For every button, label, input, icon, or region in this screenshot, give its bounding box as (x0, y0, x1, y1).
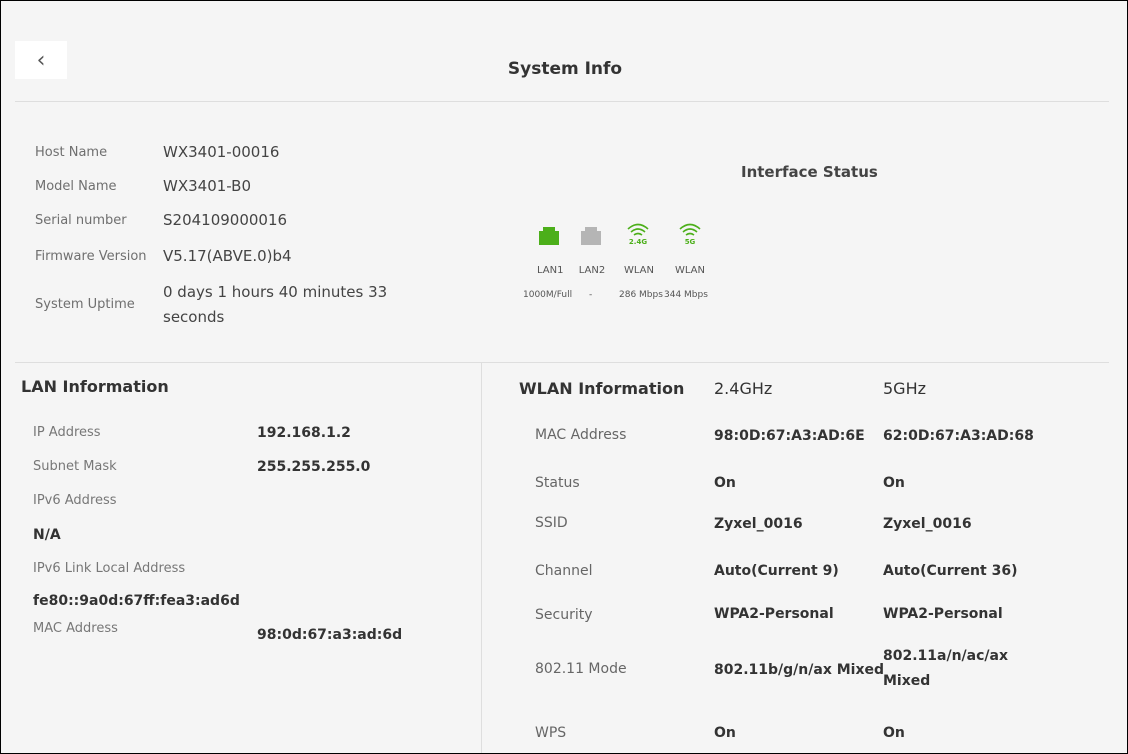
host-name-label: Host Name (35, 145, 108, 160)
wlan-24-ssid-value: Zyxel_0016 (714, 516, 803, 532)
system-uptime-value-line1: 0 days 1 hours 40 minutes 33 (163, 283, 388, 301)
wlan-5-security-value: WPA2-Personal (883, 606, 1003, 622)
lan2-port (579, 225, 603, 251)
wlan-5-wps-value: On (883, 725, 905, 741)
wlan-channel-label: Channel (535, 563, 593, 579)
lan1-label: LAN1 (537, 265, 564, 276)
wlan-5-mac-value: 62:0D:67:A3:AD:68 (883, 428, 1034, 444)
wlan-24-mac-value: 98:0D:67:A3:AD:6E (714, 428, 865, 444)
wlan-5g-speed: 344 Mbps (664, 290, 708, 300)
wlan-5g-label: WLAN (674, 265, 705, 276)
wlan-information-title: WLAN Information (519, 379, 685, 398)
wlan-security-label: Security (535, 607, 593, 623)
ethernet-port-icon (539, 227, 559, 245)
interface-status-title: Interface Status (741, 163, 878, 181)
wlan-5-ssid-value: Zyxel_0016 (883, 516, 972, 532)
lan-ip-value: 192.168.1.2 (257, 425, 351, 441)
lan1-port (537, 225, 561, 251)
wlan-5g-port: 5G (677, 221, 703, 253)
lan-ip-label: IP Address (33, 425, 101, 440)
section-divider (15, 362, 1109, 363)
wlan-5ghz-header: 5GHz (883, 379, 927, 398)
wlan-5-mode-value-line2: Mixed (883, 673, 931, 689)
wlan-mode-label: 802.11 Mode (535, 661, 627, 677)
lan-mac-label: MAC Address (33, 621, 118, 636)
serial-number-value: S204109000016 (163, 211, 288, 229)
wlan-5-status-value: On (883, 475, 905, 491)
wlan-wps-label: WPS (535, 725, 567, 741)
wlan-24ghz-header: 2.4GHz (714, 379, 773, 398)
wlan-5g-badge: 5G (684, 238, 696, 246)
lan1-speed: 1000M/Full (523, 290, 573, 300)
firmware-version-value: V5.17(ABVE.0)b4 (163, 247, 292, 265)
model-name-value: WX3401-B0 (163, 177, 251, 195)
wlan-5-channel-value: Auto(Current 36) (883, 563, 1018, 579)
ethernet-port-icon (581, 227, 601, 245)
wlan-24-mode-value: 802.11b/g/n/ax Mixed (714, 662, 885, 678)
lan-subnet-value: 255.255.255.0 (257, 459, 371, 475)
lan-information-title: LAN Information (21, 377, 169, 396)
lan-ipv6-link-value: fe80::9a0d:67ff:fea3:ad6d (33, 593, 240, 609)
lan-ipv6-label: IPv6 Address (33, 493, 117, 508)
serial-number-label: Serial number (35, 213, 127, 228)
lan2-label: LAN2 (578, 265, 606, 276)
column-divider (481, 363, 482, 753)
wlan-ssid-label: SSID (535, 515, 568, 531)
wlan-24g-label: WLAN (623, 265, 654, 276)
host-name-value: WX3401-00016 (163, 143, 280, 161)
lan-subnet-label: Subnet Mask (33, 459, 117, 474)
model-name-label: Model Name (35, 179, 117, 194)
wlan-24g-speed: 286 Mbps (619, 290, 663, 300)
wlan-mac-label: MAC Address (535, 427, 627, 443)
lan2-speed: - (589, 290, 593, 300)
system-uptime-label: System Uptime (35, 297, 135, 312)
firmware-version-label: Firmware Version (35, 249, 147, 264)
wlan-24-security-value: WPA2-Personal (714, 606, 834, 622)
system-info-page: ‹ System Info Host Name WX3401-00016 Mod… (0, 0, 1128, 754)
system-uptime-value-line2: seconds (163, 308, 225, 326)
page-title: System Info (507, 59, 623, 79)
wlan-24g-badge: 2.4G (628, 238, 648, 246)
lan-ipv6-link-label: IPv6 Link Local Address (33, 561, 186, 576)
wlan-5-mode-value-line1: 802.11a/n/ac/ax (883, 648, 1009, 664)
wlan-24-channel-value: Auto(Current 9) (714, 563, 839, 579)
wlan-24-status-value: On (714, 475, 736, 491)
lan-ipv6-value: N/A (33, 527, 61, 543)
header-divider (15, 101, 1109, 102)
wlan-24-wps-value: On (714, 725, 736, 741)
wlan-status-label: Status (535, 475, 580, 491)
wlan-24g-port: 2.4G (625, 221, 651, 253)
lan-mac-value: 98:0d:67:a3:ad:6d (257, 627, 403, 643)
